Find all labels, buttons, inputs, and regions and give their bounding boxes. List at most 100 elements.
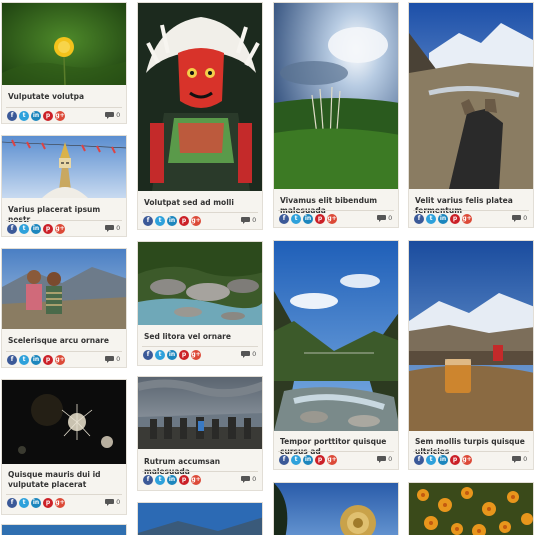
linkedin-icon[interactable]: in [167,475,177,485]
pinterest-icon[interactable]: p [315,214,325,224]
post-image[interactable] [2,525,126,535]
post-image[interactable] [2,380,126,464]
linkedin-icon[interactable]: in [303,214,313,224]
post-title[interactable]: Velit varius felis platea fermentum [415,196,529,216]
post-card[interactable]: Velit varius felis platea fermentum f t … [408,2,534,228]
twitter-icon[interactable]: t [155,350,165,360]
linkedin-icon[interactable]: in [31,111,41,121]
post-image[interactable] [138,3,262,191]
pinterest-icon[interactable]: p [179,350,189,360]
twitter-icon[interactable]: t [291,214,301,224]
post-card[interactable]: Volutpat sed ad molli f t in p g+ 0 [137,2,263,230]
comment-count[interactable]: 0 [105,499,120,506]
post-title[interactable]: Vulputate volutpa [8,92,122,102]
post-title[interactable]: Volutpat sed ad molli [144,198,258,208]
post-card[interactable] [1,524,127,535]
post-card[interactable]: Quisque mauris dui id vulputate placerat… [1,379,127,515]
comment-count[interactable]: 0 [105,112,120,119]
google-plus-icon[interactable]: g+ [327,455,337,465]
comment-count[interactable]: 0 [512,456,527,463]
post-card[interactable]: Sem mollis turpis quisque ultricies f t … [408,240,534,470]
linkedin-icon[interactable]: in [167,350,177,360]
post-card[interactable]: Rutrum accumsan malesuada f t in p g+ 0 [137,376,263,491]
twitter-icon[interactable]: t [291,455,301,465]
post-title[interactable]: Quisque mauris dui id vulputate placerat [8,470,122,490]
post-image[interactable] [274,3,398,189]
facebook-icon[interactable]: f [143,216,153,226]
linkedin-icon[interactable]: in [438,455,448,465]
pinterest-icon[interactable]: p [315,455,325,465]
post-title[interactable]: Rutrum accumsan malesuada [144,457,258,477]
pinterest-icon[interactable]: p [450,214,460,224]
post-card[interactable]: Vulputate volutpa f t in p g+ 0 [1,2,127,124]
post-image[interactable] [2,249,126,329]
twitter-icon[interactable]: t [19,224,29,234]
google-plus-icon[interactable]: g+ [191,350,201,360]
twitter-icon[interactable]: t [155,475,165,485]
post-card[interactable]: Sed litora vel ornare f t in p g+ 0 [137,241,263,366]
comment-count[interactable]: 0 [105,225,120,232]
google-plus-icon[interactable]: g+ [55,224,65,234]
post-card[interactable] [408,482,534,535]
post-image[interactable] [274,241,398,431]
facebook-icon[interactable]: f [279,214,289,224]
google-plus-icon[interactable]: g+ [462,455,472,465]
pinterest-icon[interactable]: p [43,224,53,234]
linkedin-icon[interactable]: in [303,455,313,465]
linkedin-icon[interactable]: in [438,214,448,224]
post-image[interactable] [138,377,262,449]
twitter-icon[interactable]: t [426,455,436,465]
post-card[interactable] [137,502,263,535]
post-image[interactable] [138,242,262,325]
facebook-icon[interactable]: f [279,455,289,465]
post-card[interactable]: Vivamus elit bibendum malesuada f t in p… [273,2,399,228]
post-card[interactable]: Scelerisque arcu ornare f t in p g+ 0 [1,248,127,368]
google-plus-icon[interactable]: g+ [55,111,65,121]
linkedin-icon[interactable]: in [31,224,41,234]
facebook-icon[interactable]: f [414,455,424,465]
comment-count[interactable]: 0 [377,456,392,463]
comment-count[interactable]: 0 [241,351,256,358]
post-image[interactable] [2,136,126,198]
twitter-icon[interactable]: t [426,214,436,224]
facebook-icon[interactable]: f [7,224,17,234]
linkedin-icon[interactable]: in [31,498,41,508]
post-title[interactable]: Sem mollis turpis quisque ultricies [415,437,529,457]
twitter-icon[interactable]: t [19,111,29,121]
post-image[interactable] [138,503,262,535]
post-title[interactable]: Scelerisque arcu ornare [8,336,122,346]
comment-count[interactable]: 0 [377,215,392,222]
pinterest-icon[interactable]: p [43,111,53,121]
comment-count[interactable]: 0 [241,217,256,224]
twitter-icon[interactable]: t [19,355,29,365]
linkedin-icon[interactable]: in [31,355,41,365]
google-plus-icon[interactable]: g+ [55,498,65,508]
twitter-icon[interactable]: t [19,498,29,508]
google-plus-icon[interactable]: g+ [462,214,472,224]
post-title[interactable]: Vivamus elit bibendum malesuada [280,196,394,216]
post-title[interactable]: Sed litora vel ornare [144,332,258,342]
post-image[interactable] [409,483,533,535]
post-image[interactable] [409,3,533,189]
facebook-icon[interactable]: f [7,111,17,121]
google-plus-icon[interactable]: g+ [55,355,65,365]
facebook-icon[interactable]: f [7,355,17,365]
post-title[interactable]: Tempor porttitor quisque cursus ad [280,437,394,457]
twitter-icon[interactable]: t [155,216,165,226]
facebook-icon[interactable]: f [143,350,153,360]
google-plus-icon[interactable]: g+ [327,214,337,224]
linkedin-icon[interactable]: in [167,216,177,226]
facebook-icon[interactable]: f [414,214,424,224]
post-card[interactable]: Tempor porttitor quisque cursus ad f t i… [273,240,399,470]
post-image[interactable] [2,3,126,85]
google-plus-icon[interactable]: g+ [191,475,201,485]
comment-count[interactable]: 0 [512,215,527,222]
pinterest-icon[interactable]: p [43,498,53,508]
comment-count[interactable]: 0 [241,476,256,483]
facebook-icon[interactable]: f [143,475,153,485]
pinterest-icon[interactable]: p [450,455,460,465]
post-title[interactable]: Varius placerat ipsum nostr [8,205,122,225]
google-plus-icon[interactable]: g+ [191,216,201,226]
comment-count[interactable]: 0 [105,356,120,363]
pinterest-icon[interactable]: p [179,475,189,485]
